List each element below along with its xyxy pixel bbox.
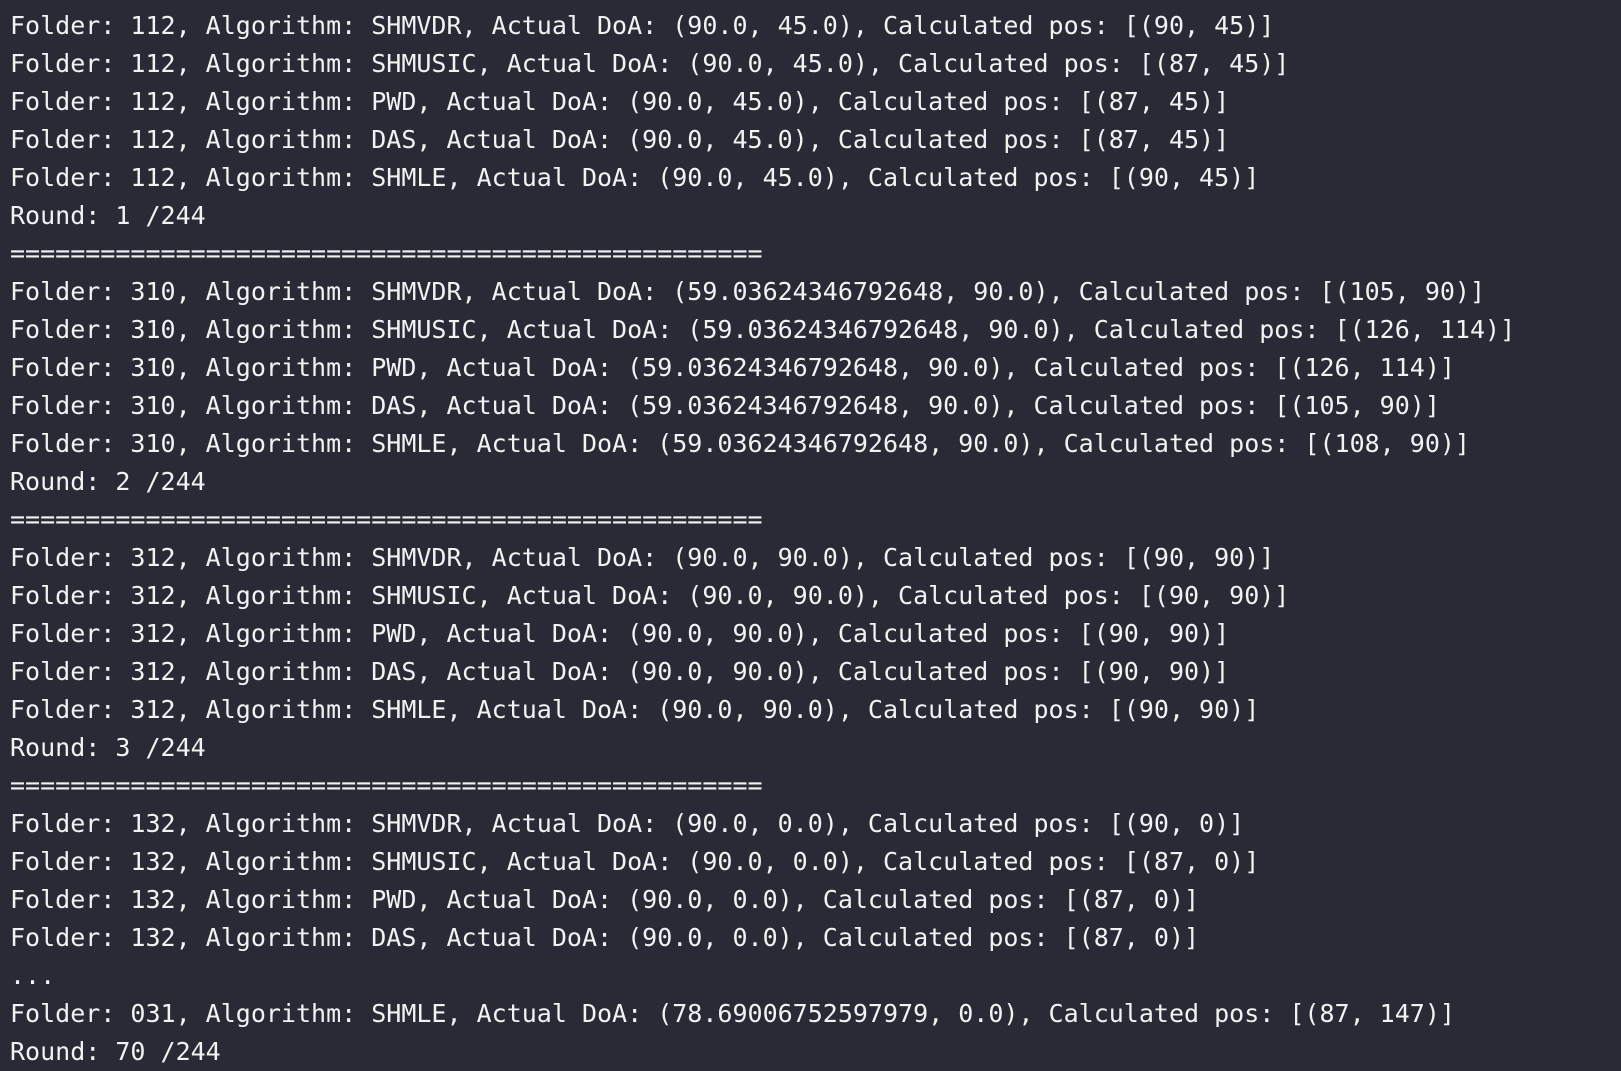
log-line: Folder: 112, Algorithm: DAS, Actual DoA:…	[10, 125, 1230, 154]
separator-line: ========================================…	[10, 239, 763, 268]
log-line: Folder: 310, Algorithm: SHMLE, Actual Do…	[10, 429, 1470, 458]
separator-line: ========================================…	[10, 771, 763, 800]
log-line: Folder: 112, Algorithm: SHMLE, Actual Do…	[10, 163, 1260, 192]
log-line: Folder: 031, Algorithm: SHMLE, Actual Do…	[10, 999, 1455, 1028]
log-line: Folder: 310, Algorithm: SHMVDR, Actual D…	[10, 277, 1486, 306]
log-line: Folder: 312, Algorithm: SHMLE, Actual Do…	[10, 695, 1260, 724]
log-line: Folder: 310, Algorithm: DAS, Actual DoA:…	[10, 391, 1440, 420]
log-line: Folder: 312, Algorithm: DAS, Actual DoA:…	[10, 657, 1230, 686]
log-line: Folder: 112, Algorithm: PWD, Actual DoA:…	[10, 87, 1230, 116]
round-line: Round: 70 /244	[10, 1037, 221, 1066]
log-line: Folder: 112, Algorithm: SHMUSIC, Actual …	[10, 49, 1290, 78]
terminal-output: Folder: 112, Algorithm: SHMVDR, Actual D…	[0, 0, 1621, 1070]
log-line: Folder: 312, Algorithm: PWD, Actual DoA:…	[10, 619, 1230, 648]
round-line: Round: 3 /244	[10, 733, 206, 762]
log-line: Folder: 312, Algorithm: SHMUSIC, Actual …	[10, 581, 1290, 610]
round-line: Round: 1 /244	[10, 201, 206, 230]
log-line: Folder: 132, Algorithm: SHMVDR, Actual D…	[10, 809, 1245, 838]
log-line: Folder: 132, Algorithm: SHMUSIC, Actual …	[10, 847, 1260, 876]
log-line: Folder: 310, Algorithm: SHMUSIC, Actual …	[10, 315, 1516, 344]
log-line: Folder: 312, Algorithm: SHMVDR, Actual D…	[10, 543, 1275, 572]
log-line: Folder: 132, Algorithm: DAS, Actual DoA:…	[10, 923, 1200, 952]
log-line: Folder: 132, Algorithm: PWD, Actual DoA:…	[10, 885, 1200, 914]
round-line: Round: 2 /244	[10, 467, 206, 496]
log-line: Folder: 112, Algorithm: SHMVDR, Actual D…	[10, 11, 1275, 40]
log-line: Folder: 310, Algorithm: PWD, Actual DoA:…	[10, 353, 1455, 382]
separator-line: ========================================…	[10, 505, 763, 534]
ellipsis-line: ...	[10, 961, 56, 990]
